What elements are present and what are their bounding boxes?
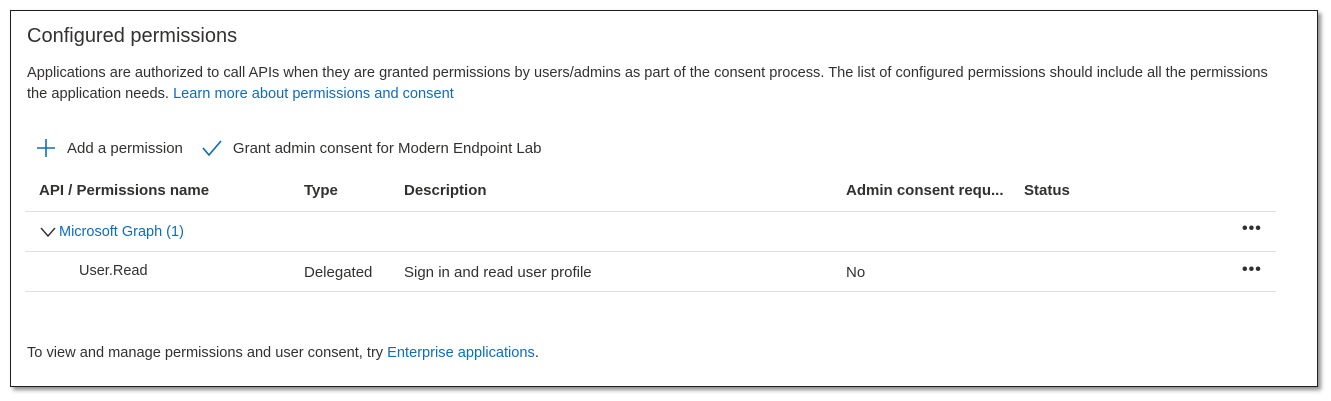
enterprise-applications-link[interactable]: Enterprise applications xyxy=(387,345,535,361)
row-divider-bottom xyxy=(25,291,1276,292)
command-bar: Add a permission Grant admin consent for… xyxy=(35,135,541,161)
permission-name-link[interactable]: User.Read xyxy=(79,263,148,279)
group-label[interactable]: Microsoft Graph (1) xyxy=(59,224,184,240)
footer-note: To view and manage permissions and user … xyxy=(27,345,539,361)
grant-admin-consent-button[interactable]: Grant admin consent for Modern Endpoint … xyxy=(201,137,542,159)
chevron-down-icon[interactable] xyxy=(39,223,57,241)
header-divider xyxy=(25,211,1276,212)
row-more-actions-icon[interactable]: ••• xyxy=(1242,261,1262,279)
footer-suffix: . xyxy=(534,345,539,361)
configured-permissions-panel: Configured permissions Applications are … xyxy=(10,10,1318,387)
footer-text: To view and manage permissions and user … xyxy=(27,345,384,361)
column-header-admin-consent[interactable]: Admin consent requ... xyxy=(846,182,1004,199)
checkmark-icon xyxy=(202,140,222,157)
row-divider xyxy=(25,251,1276,252)
permission-admin-consent: No xyxy=(846,264,866,281)
column-header-status[interactable]: Status xyxy=(1024,182,1070,199)
column-header-type[interactable]: Type xyxy=(304,182,338,199)
grant-admin-consent-label: Grant admin consent for Modern Endpoint … xyxy=(232,139,542,157)
add-permission-label: Add a permission xyxy=(67,139,183,157)
permission-type: Delegated xyxy=(304,264,373,281)
group-row-microsoft-graph[interactable]: Microsoft Graph (1) xyxy=(39,223,184,241)
section-description: Applications are authorized to call APIs… xyxy=(27,63,1277,105)
column-header-description[interactable]: Description xyxy=(404,182,487,199)
plus-icon xyxy=(37,139,55,157)
add-permission-button[interactable]: Add a permission xyxy=(35,137,183,159)
group-more-actions-icon[interactable]: ••• xyxy=(1242,220,1262,238)
column-header-api-name[interactable]: API / Permissions name xyxy=(39,182,209,199)
permission-description: Sign in and read user profile xyxy=(404,264,592,281)
learn-more-link[interactable]: Learn more about permissions and consent xyxy=(173,86,454,102)
section-title: Configured permissions xyxy=(27,25,238,47)
